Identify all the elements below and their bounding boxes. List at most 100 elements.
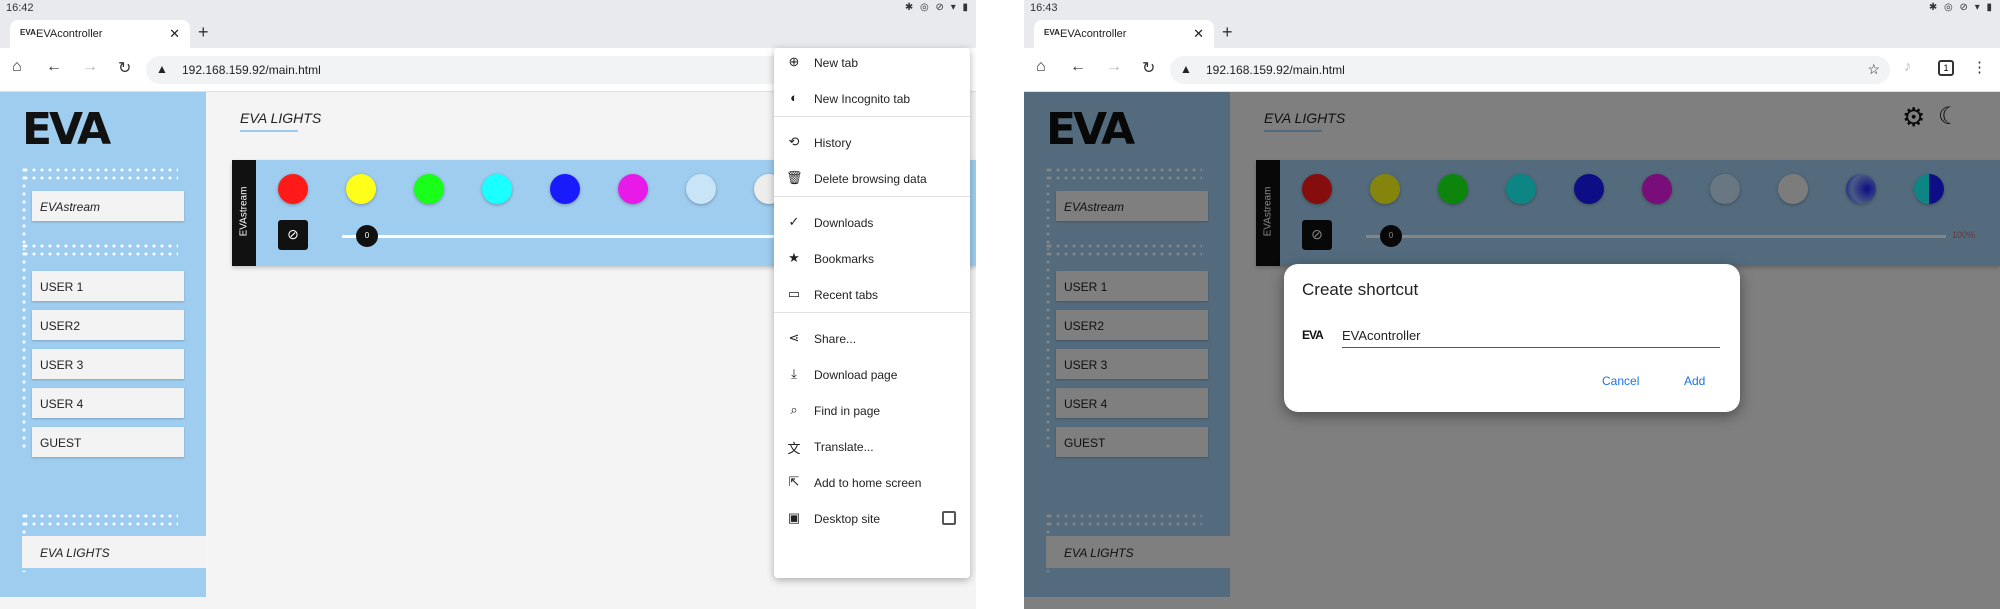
color-swatch-red[interactable]	[278, 174, 308, 204]
address-bar[interactable]: ▲ 192.168.159.92/main.html ☆	[1170, 56, 1890, 84]
sidebar-item-guest[interactable]: GUEST	[32, 427, 184, 457]
menu-item-desktop-site[interactable]: ▣ Desktop site	[774, 504, 970, 534]
url-text: 192.168.159.92/main.html	[1206, 63, 1345, 77]
status-icons: ✱ ◎ ⊘ ▾ ▮	[1928, 2, 1994, 13]
reload-icon[interactable]: ↻	[1142, 58, 1155, 78]
mic-off-button[interactable]: ⊘	[278, 220, 308, 250]
menu-item-recent-tabs[interactable]: ▭ Recent tabs	[774, 280, 970, 310]
panel-label: EVAstream	[232, 160, 256, 266]
download-page-icon: ⤓	[791, 366, 797, 381]
desktop-site-icon: ▣	[787, 510, 801, 525]
menu-separator	[774, 312, 970, 313]
menu-item-label: Delete browsing data	[814, 172, 927, 186]
status-time: 16:43	[1030, 2, 1058, 14]
status-bar: 16:42 ✱ ◎ ⊘ ▾ ▮	[0, 0, 976, 16]
new-tab-plus-icon[interactable]: +	[1222, 22, 1233, 43]
dialog-title: Create shortcut	[1302, 280, 1419, 299]
favicon: EVA	[1044, 28, 1060, 37]
status-icons: ✱ ◎ ⊘ ▾ ▮	[904, 2, 970, 13]
status-bar: 16:43 ✱ ◎ ⊘ ▾ ▮	[1024, 0, 2000, 16]
sidebar-item-eva-lights[interactable]: EVA LIGHTS	[22, 536, 206, 568]
menu-item-label: History	[814, 136, 852, 150]
menu-item-new-incognito-tab[interactable]: ◐ New Incognito tab	[774, 84, 970, 114]
browser-overflow-menu: ⊕ New tab ◐ New Incognito tab ⟲ History 🗑 Delet…	[774, 48, 970, 578]
menu-item-history[interactable]: ⟲ History	[774, 128, 970, 158]
desktop-site-checkbox[interactable]	[942, 511, 956, 525]
menu-item-label: New tab	[814, 56, 859, 70]
new-tab-icon: ⊕	[788, 54, 800, 69]
menu-item-label: Add to home screen	[814, 476, 922, 490]
back-arrow-icon[interactable]: ←	[1070, 58, 1086, 76]
sidebar-item-evastream[interactable]: EVAstream	[32, 191, 184, 221]
bookmark-star-icon[interactable]: ☆	[1867, 61, 1880, 78]
slider-knob[interactable]: 0	[356, 225, 378, 247]
forward-arrow-icon[interactable]: →	[82, 58, 98, 76]
color-swatch-blue[interactable]	[550, 174, 580, 204]
dot-pattern	[20, 166, 28, 250]
tab-switcher-button[interactable]: 1	[1938, 60, 1954, 76]
page-title: EVA LIGHTS	[240, 110, 322, 126]
menu-item-label: Bookmarks	[814, 252, 875, 266]
sidebar-item-user-1[interactable]: USER 1	[32, 271, 184, 301]
tab-title: EVAcontroller	[36, 28, 103, 40]
close-tab-icon[interactable]: ✕	[169, 26, 180, 42]
forward-arrow-icon[interactable]: →	[1106, 58, 1122, 76]
reload-icon[interactable]: ↻	[118, 58, 131, 78]
sidebar-item-user-3[interactable]: USER 3	[32, 349, 184, 379]
not-secure-warning-icon[interactable]: ▲	[156, 62, 168, 76]
menu-item-share[interactable]: ⋖ Share...	[774, 324, 970, 354]
share-icon: ⋖	[788, 330, 800, 345]
not-secure-warning-icon[interactable]: ▲	[1180, 62, 1192, 76]
shortcut-logo: EVA	[1302, 328, 1324, 342]
close-tab-icon[interactable]: ✕	[1193, 26, 1204, 42]
home-icon[interactable]: ⌂	[12, 58, 22, 76]
menu-scroll-fade	[774, 558, 970, 578]
browser-tab[interactable]: EVA EVAcontroller ✕	[1034, 20, 1214, 48]
more-menu-icon[interactable]: ⋮	[1972, 58, 1987, 76]
new-tab-plus-icon[interactable]: +	[198, 22, 209, 43]
menu-item-label: Find in page	[814, 404, 881, 418]
cancel-button[interactable]: Cancel	[1602, 374, 1639, 388]
menu-item-find-in-page[interactable]: ⌕ Find in page	[774, 396, 970, 426]
color-swatch-cyan[interactable]	[482, 174, 512, 204]
sidebar-item-user-2[interactable]: USER2	[32, 310, 184, 340]
eva-logo: EVA	[22, 104, 111, 155]
history-icon: ⟲	[788, 134, 800, 149]
downloads-icon: ✓	[788, 214, 800, 229]
menu-separator	[774, 196, 970, 197]
tab-strip: EVA EVAcontroller ✕ +	[0, 16, 976, 48]
dot-pattern	[22, 512, 178, 530]
dot-pattern	[20, 242, 28, 452]
favicon: EVA	[20, 28, 36, 37]
back-arrow-icon[interactable]: ←	[46, 58, 62, 76]
microphone-icon[interactable]: ♪	[1904, 58, 1912, 75]
menu-item-label: Desktop site	[814, 512, 881, 526]
recent-tabs-icon: ▭	[787, 286, 801, 301]
bookmarks-icon: ★	[788, 250, 800, 265]
menu-item-label: Translate...	[814, 440, 874, 454]
color-swatch-magenta[interactable]	[618, 174, 648, 204]
color-swatch-green[interactable]	[414, 174, 444, 204]
menu-item-download-page[interactable]: ⤓ Download page	[774, 360, 970, 390]
menu-item-bookmarks[interactable]: ★ Bookmarks	[774, 244, 970, 274]
menu-item-downloads[interactable]: ✓ Downloads	[774, 208, 970, 238]
title-underline	[240, 130, 298, 132]
menu-item-delete-browsing-data[interactable]: 🗑 Delete browsing data	[774, 164, 970, 194]
home-icon[interactable]: ⌂	[1036, 58, 1046, 76]
sidebar-item-user-4[interactable]: USER 4	[32, 388, 184, 418]
menu-item-translate[interactable]: 文 Translate...	[774, 432, 970, 462]
menu-item-label: Recent tabs	[814, 288, 879, 302]
menu-item-new-tab[interactable]: ⊕ New tab	[774, 48, 970, 78]
color-swatch-yellow[interactable]	[346, 174, 376, 204]
sidebar: EVA EVAstream USER 1 USER2 USER 3 USER 4…	[0, 92, 206, 597]
menu-item-label: Download page	[814, 368, 898, 382]
browser-toolbar: ⌂ ← → ↻ ▲ 192.168.159.92/main.html ☆ ♪ 1…	[1024, 48, 2000, 92]
browser-tab[interactable]: EVA EVAcontroller ✕	[10, 20, 190, 48]
color-swatch-light-blue[interactable]	[686, 174, 716, 204]
shortcut-name-input[interactable]	[1342, 324, 1720, 348]
menu-separator	[774, 116, 970, 117]
status-time: 16:42	[6, 2, 34, 14]
add-button[interactable]: Add	[1684, 374, 1705, 388]
menu-item-label: Downloads	[814, 216, 874, 230]
menu-item-add-to-home-screen[interactable]: ⇱ Add to home screen	[774, 468, 970, 498]
